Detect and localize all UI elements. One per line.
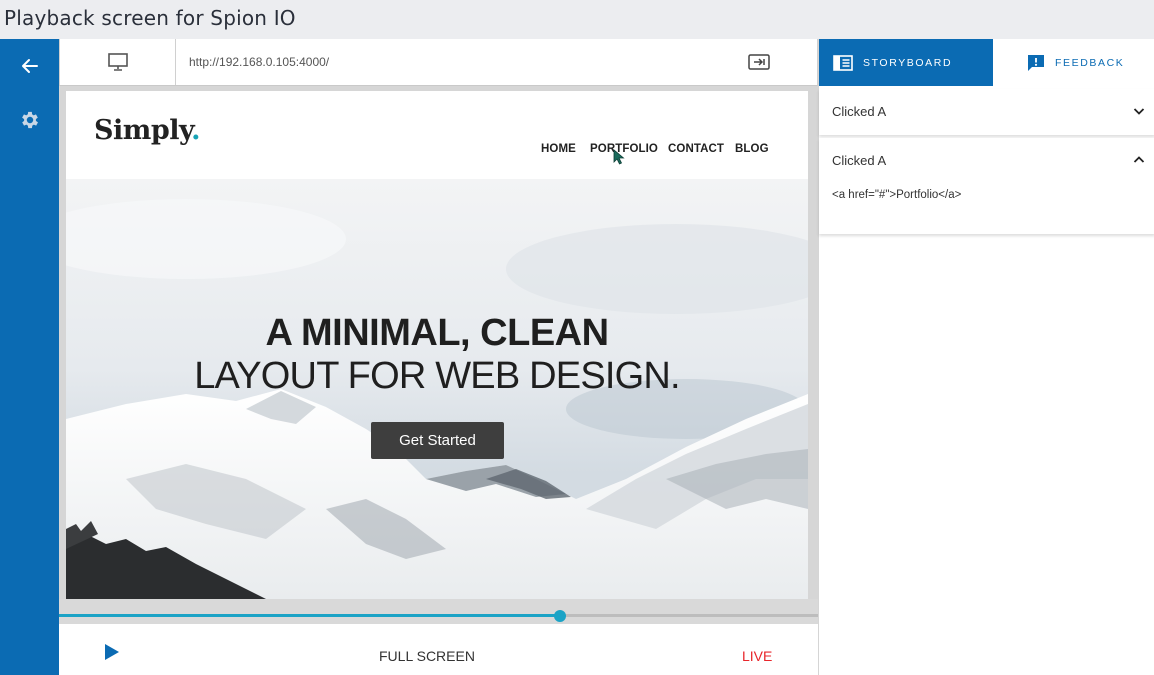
tab-storyboard[interactable]: STORYBOARD [819, 39, 993, 86]
storyboard-item-detail: <a href="#">Portfolio</a> [832, 189, 962, 201]
site-logo[interactable]: Simply. [94, 115, 200, 146]
get-started-button[interactable]: Get Started [371, 422, 504, 459]
live-button[interactable]: LIVE [742, 648, 772, 664]
playback-viewport: Simply. HOME PORTFOLIO CONTACT BLOG A MI… [59, 86, 818, 599]
back-button[interactable] [0, 41, 59, 91]
settings-button[interactable] [0, 95, 59, 145]
storyboard-item-header[interactable]: Clicked A [819, 89, 1154, 135]
tab-feedback-label: FEEDBACK [1055, 56, 1125, 69]
url-display[interactable]: http://192.168.0.105:4000/ [189, 39, 329, 85]
full-screen-button[interactable]: FULL SCREEN [379, 648, 475, 664]
timeline-track[interactable] [59, 610, 818, 622]
screen-caption: Playback screen for Spion IO [4, 6, 296, 30]
feedback-icon [1028, 54, 1044, 71]
chevron-down-icon[interactable] [1133, 106, 1145, 116]
caption-bar: Playback screen for Spion IO [0, 0, 1154, 39]
storyboard-item-expanded[interactable]: Clicked A <a href="#">Portfolio</a> [819, 138, 1154, 234]
tab-feedback[interactable]: FEEDBACK [993, 39, 1154, 86]
logo-text: Simply [94, 115, 192, 146]
hero-subheading: LAYOUT FOR WEB DESIGN. [194, 355, 680, 397]
storyboard-item[interactable]: Clicked A [819, 89, 1154, 135]
recorded-website: Simply. HOME PORTFOLIO CONTACT BLOG A MI… [66, 91, 808, 599]
nav-link-home[interactable]: HOME [541, 143, 576, 155]
timeline-progress [59, 614, 560, 617]
external-open-icon [748, 54, 770, 70]
chevron-up-icon[interactable] [1133, 155, 1145, 165]
playback-controls: FULL SCREEN LIVE [59, 624, 818, 675]
arrow-left-icon [21, 59, 38, 73]
storyboard-item-title: Clicked A [832, 104, 887, 119]
playback-timeline[interactable] [59, 599, 818, 624]
timeline-scrubber[interactable] [553, 610, 566, 622]
recorded-cursor-icon [613, 149, 625, 165]
nav-link-contact[interactable]: CONTACT [668, 143, 724, 155]
right-panel: STORYBOARD FEEDBACK Clicked A Clicked A … [818, 39, 1154, 675]
desktop-monitor-icon [107, 53, 128, 71]
nav-link-blog[interactable]: BLOG [735, 143, 769, 155]
panel-tabs: STORYBOARD FEEDBACK [819, 39, 1154, 86]
site-header: Simply. HOME PORTFOLIO CONTACT BLOG [66, 91, 808, 179]
logo-dot: . [191, 115, 200, 146]
storyboard-icon [833, 54, 853, 71]
storyboard-item-header[interactable]: Clicked A [819, 138, 1154, 184]
hero-section: A MINIMAL, CLEAN LAYOUT FOR WEB DESIGN. … [66, 179, 808, 599]
address-bar: http://192.168.0.105:4000/ [59, 39, 818, 86]
storyboard-item-title: Clicked A [832, 153, 887, 168]
play-icon[interactable] [104, 643, 120, 661]
hero-heading: A MINIMAL, CLEAN [265, 312, 609, 354]
tab-storyboard-label: STORYBOARD [863, 56, 953, 69]
gear-icon [21, 111, 38, 129]
open-external-button[interactable] [745, 49, 773, 75]
sidebar [0, 39, 59, 675]
device-selector[interactable] [59, 39, 176, 85]
